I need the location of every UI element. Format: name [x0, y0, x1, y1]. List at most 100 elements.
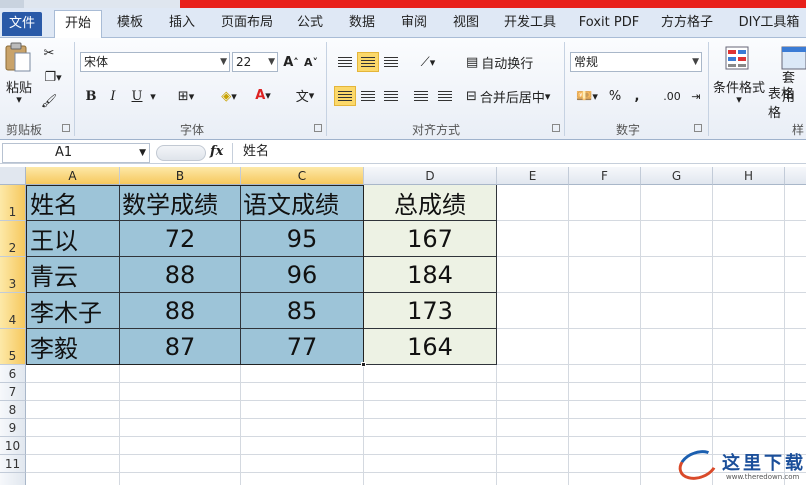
- table-format-button-line2[interactable]: 表格格: [768, 87, 806, 121]
- cell-e7[interactable]: [497, 383, 569, 401]
- cell-b6[interactable]: [120, 365, 241, 383]
- cell-a4[interactable]: 李木子: [26, 293, 120, 329]
- format-painter-icon[interactable]: 🖌: [40, 92, 58, 110]
- cell-a8[interactable]: [26, 401, 120, 419]
- cell-g5[interactable]: [641, 329, 713, 365]
- name-box[interactable]: A1 ▼: [2, 143, 150, 163]
- cell-g8[interactable]: [641, 401, 713, 419]
- row-header-7[interactable]: 7: [0, 383, 26, 401]
- cell-c6[interactable]: [241, 365, 364, 383]
- cell-i1[interactable]: [785, 185, 806, 221]
- cell-d11[interactable]: [364, 455, 497, 473]
- cell-i6[interactable]: [785, 365, 806, 383]
- tab-template[interactable]: 模板: [108, 10, 152, 38]
- cell-f6[interactable]: [569, 365, 641, 383]
- column-header-c[interactable]: C: [241, 167, 364, 185]
- clipboard-launcher-icon[interactable]: [62, 124, 70, 132]
- tab-file[interactable]: 文件: [2, 12, 42, 36]
- cell-f3[interactable]: [569, 257, 641, 293]
- insert-function-icon[interactable]: fx: [210, 144, 223, 159]
- border-icon[interactable]: ⊞ ▾: [172, 86, 200, 106]
- align-bottom-icon[interactable]: [380, 52, 402, 72]
- cell-f11[interactable]: [569, 455, 641, 473]
- italic-button[interactable]: I: [104, 86, 122, 106]
- cell-b7[interactable]: [120, 383, 241, 401]
- cell-g9[interactable]: [641, 419, 713, 437]
- cell-c3[interactable]: 96: [241, 257, 364, 293]
- tab-view[interactable]: 视图: [446, 10, 486, 38]
- cell-a3[interactable]: 青云: [26, 257, 120, 293]
- column-header-f[interactable]: F: [569, 167, 641, 185]
- font-color-icon[interactable]: A ▾: [248, 84, 278, 106]
- cell-e9[interactable]: [497, 419, 569, 437]
- increase-font-icon[interactable]: A ˄: [282, 52, 300, 72]
- column-header-b[interactable]: B: [120, 167, 241, 185]
- cell-c12[interactable]: [241, 473, 364, 485]
- cell-e2[interactable]: [497, 221, 569, 257]
- cell-e4[interactable]: [497, 293, 569, 329]
- cell-e10[interactable]: [497, 437, 569, 455]
- row-header-11[interactable]: 11: [0, 455, 26, 473]
- cell-i9[interactable]: [785, 419, 806, 437]
- bold-button[interactable]: B: [82, 86, 100, 106]
- cell-d6[interactable]: [364, 365, 497, 383]
- cell-i8[interactable]: [785, 401, 806, 419]
- align-middle-icon[interactable]: [357, 52, 379, 72]
- decrease-indent-icon[interactable]: [410, 86, 432, 106]
- fill-color-icon[interactable]: ◈ ▾: [214, 86, 244, 106]
- cell-d9[interactable]: [364, 419, 497, 437]
- tab-page-layout[interactable]: 页面布局: [214, 10, 280, 38]
- cell-c2[interactable]: 95: [241, 221, 364, 257]
- row-header-5[interactable]: 5: [0, 329, 26, 365]
- row-header-12[interactable]: [0, 473, 26, 485]
- cell-a6[interactable]: [26, 365, 120, 383]
- table-header-b[interactable]: 数学成绩: [120, 185, 241, 221]
- cell-b9[interactable]: [120, 419, 241, 437]
- column-header-g[interactable]: G: [641, 167, 713, 185]
- tab-review[interactable]: 审阅: [394, 10, 434, 38]
- cell-h5[interactable]: [713, 329, 785, 365]
- cell-h4[interactable]: [713, 293, 785, 329]
- cell-b5[interactable]: 87: [120, 329, 241, 365]
- table-header-c[interactable]: 语文成绩: [241, 185, 364, 221]
- tab-foxit-pdf[interactable]: Foxit PDF: [574, 10, 644, 38]
- cell-d5[interactable]: 164: [364, 329, 497, 365]
- cell-i4[interactable]: [785, 293, 806, 329]
- cell-c8[interactable]: [241, 401, 364, 419]
- cell-a11[interactable]: [26, 455, 120, 473]
- cell-b10[interactable]: [120, 437, 241, 455]
- cell-c9[interactable]: [241, 419, 364, 437]
- chevron-down-icon[interactable]: ▾: [148, 86, 158, 106]
- decrease-decimal-icon[interactable]: ⇥: [686, 86, 706, 106]
- number-format-select[interactable]: 常规 ▼: [570, 52, 702, 72]
- chevron-down-icon[interactable]: ▾: [734, 93, 744, 106]
- table-header-d[interactable]: 总成绩: [364, 185, 497, 221]
- cell-h6[interactable]: [713, 365, 785, 383]
- cell-g6[interactable]: [641, 365, 713, 383]
- cut-icon[interactable]: ✂: [40, 44, 58, 62]
- wrap-text-button[interactable]: ▤ 自动换行: [466, 52, 540, 72]
- cell-d8[interactable]: [364, 401, 497, 419]
- cell-d12[interactable]: [364, 473, 497, 485]
- cell-f1[interactable]: [569, 185, 641, 221]
- paste-dropdown-icon[interactable]: ▾: [14, 93, 24, 106]
- row-header-2[interactable]: 2: [0, 221, 26, 257]
- cell-g1[interactable]: [641, 185, 713, 221]
- formula-bar-splitter[interactable]: [156, 145, 206, 161]
- cell-h3[interactable]: [713, 257, 785, 293]
- increase-indent-icon[interactable]: [434, 86, 456, 106]
- cell-b4[interactable]: 88: [120, 293, 241, 329]
- cell-b2[interactable]: 72: [120, 221, 241, 257]
- quick-access-toolbar[interactable]: [0, 0, 24, 8]
- column-header-i[interactable]: [785, 167, 806, 185]
- tab-home[interactable]: 开始: [54, 10, 102, 39]
- column-header-d[interactable]: D: [364, 167, 497, 185]
- align-right-icon[interactable]: [380, 86, 402, 106]
- cell-a2[interactable]: 王以: [26, 221, 120, 257]
- cell-h8[interactable]: [713, 401, 785, 419]
- cell-f12[interactable]: [569, 473, 641, 485]
- cell-a5[interactable]: 李毅: [26, 329, 120, 365]
- cell-a7[interactable]: [26, 383, 120, 401]
- cell-e11[interactable]: [497, 455, 569, 473]
- row-header-9[interactable]: 9: [0, 419, 26, 437]
